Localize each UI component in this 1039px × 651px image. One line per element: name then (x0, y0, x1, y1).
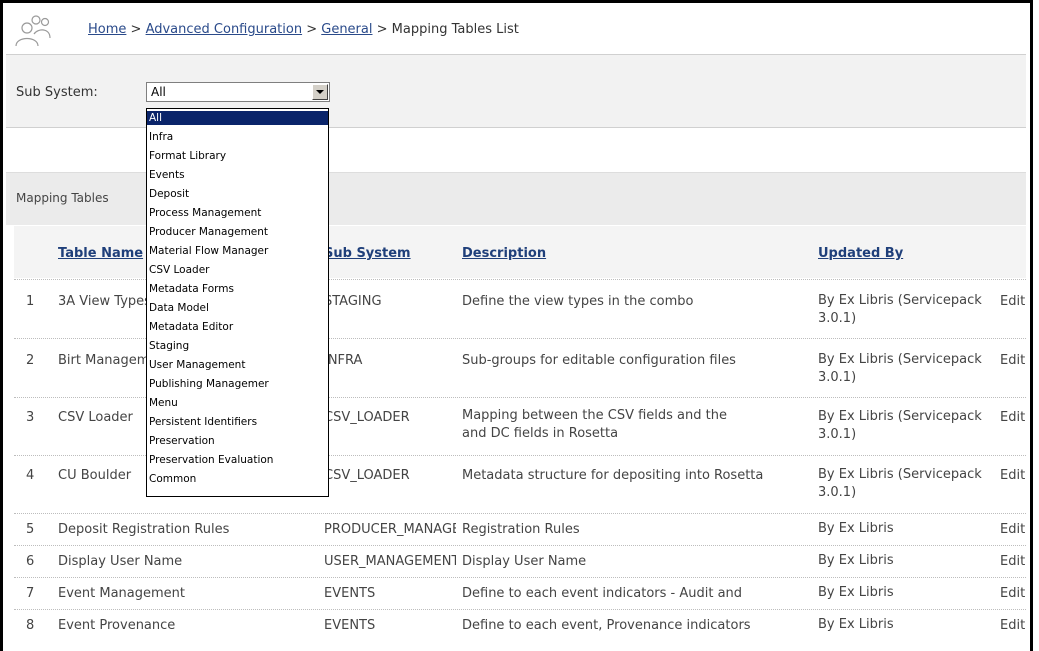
sub-system-cell: EVENTS (324, 618, 376, 633)
table-name-cell: Display User Name (58, 554, 183, 569)
page-header: Home > Advanced Configuration > General … (12, 10, 1012, 50)
updated-by-cell: By Ex Libris (Servicepack 3.0.1) (818, 467, 982, 500)
sub-system-cell: STAGING (324, 294, 382, 309)
description-cell: Define to each event indicators - Audit … (462, 586, 743, 601)
subsystem-option[interactable]: Metadata Forms (147, 282, 328, 296)
subsystem-option[interactable]: Publishing Managemer (147, 377, 328, 391)
breadcrumb-separator: > (302, 22, 322, 37)
sub-system-cell: CSV_LOADER (324, 468, 410, 483)
updated-by-cell: By Ex Libris (818, 585, 894, 600)
breadcrumb-advanced-config-link[interactable]: Advanced Configuration (146, 22, 303, 37)
subsystem-option[interactable]: All (147, 111, 328, 125)
table-row: 7 Event Management EVENTS Define to each… (14, 577, 1026, 610)
row-number: 7 (26, 586, 35, 601)
subsystem-option[interactable]: Menu (147, 396, 328, 410)
sub-system-cell: USER_MANAGEMENT (324, 554, 456, 569)
table-name-cell: Event Provenance (58, 618, 176, 633)
row-number: 4 (26, 468, 35, 483)
description-cell: Registration Rules (462, 522, 580, 537)
subsystem-option[interactable]: Producer Management (147, 225, 328, 239)
subsystem-option[interactable]: User Management (147, 358, 328, 372)
subsystem-option[interactable]: Format Library (147, 149, 328, 163)
row-number: 3 (26, 410, 35, 425)
breadcrumb-general-link[interactable]: General (321, 22, 372, 37)
subsystem-select[interactable]: All (146, 82, 330, 102)
sub-system-cell: EVENTS (324, 586, 376, 601)
row-number: 8 (26, 618, 35, 633)
subsystem-filter-label: Sub System: (16, 85, 98, 100)
updated-by-cell: By Ex Libris (Servicepack 3.0.1) (818, 293, 982, 326)
subsystem-option[interactable]: Persistent Identifiers (147, 415, 328, 429)
subsystem-dropdown-list[interactable]: All Infra Format Library Events Deposit … (146, 108, 329, 497)
edit-link[interactable]: Edit (1000, 554, 1039, 569)
users-group-icon (15, 15, 51, 47)
table-name-cell: Deposit Registration Rules (58, 522, 230, 537)
breadcrumb-current: Mapping Tables List (391, 22, 519, 37)
column-header-sub-system[interactable]: Sub System (324, 246, 411, 261)
table-name-cell: Event Management (58, 586, 186, 601)
column-header-description[interactable]: Description (462, 246, 546, 261)
subsystem-option[interactable]: CSV Loader (147, 263, 328, 277)
column-header-updated-by[interactable]: Updated By (818, 246, 903, 261)
edit-link[interactable]: Edit (1000, 410, 1039, 425)
breadcrumb: Home > Advanced Configuration > General … (88, 22, 519, 37)
sub-system-cell: INFRA (324, 353, 363, 368)
description-cell: Display User Name (462, 554, 587, 569)
sub-system-cell: CSV_LOADER (324, 410, 410, 425)
subsystem-option[interactable]: Staging (147, 339, 328, 353)
column-header-table-name[interactable]: Table Name (58, 246, 143, 261)
updated-by-cell: By Ex Libris (818, 553, 894, 568)
subsystem-option[interactable]: Events (147, 168, 328, 182)
chevron-down-icon[interactable] (312, 84, 328, 100)
row-number: 2 (26, 353, 35, 368)
edit-link[interactable]: Edit (1000, 294, 1039, 309)
subsystem-option[interactable]: Deposit (147, 187, 328, 201)
description-cell-line2: and DC fields in Rosetta (462, 426, 619, 441)
updated-by-cell: By Ex Libris (Servicepack 3.0.1) (818, 409, 982, 442)
subsystem-option[interactable]: Preservation Evaluation (147, 453, 328, 467)
row-number: 1 (26, 294, 35, 309)
sub-system-cell: PRODUCER_MANAGEMENT (324, 522, 456, 537)
subsystem-option[interactable]: Metadata Editor (147, 320, 328, 334)
edit-link[interactable]: Edit (1000, 353, 1039, 368)
edit-link[interactable]: Edit (1000, 586, 1039, 601)
subsystem-option[interactable]: Infra (147, 130, 328, 144)
row-number: 6 (26, 554, 35, 569)
table-row: 6 Display User Name USER_MANAGEMENT Disp… (14, 545, 1026, 578)
breadcrumb-separator: > (126, 22, 146, 37)
breadcrumb-separator: > (372, 22, 392, 37)
description-cell: Define the view types in the combo (462, 294, 694, 309)
updated-by-cell: By Ex Libris (Servicepack 3.0.1) (818, 352, 982, 385)
table-caption: Mapping Tables (16, 191, 109, 205)
edit-link[interactable]: Edit (1000, 468, 1039, 483)
row-number: 5 (26, 522, 35, 537)
subsystem-option[interactable]: Preservation (147, 434, 328, 448)
subsystem-option[interactable]: Process Management (147, 206, 328, 220)
subsystem-select-value: All (151, 85, 166, 99)
subsystem-option[interactable]: Data Model (147, 301, 328, 315)
subsystem-option[interactable]: Material Flow Manager (147, 244, 328, 258)
edit-link[interactable]: Edit (1000, 618, 1039, 633)
table-row: 5 Deposit Registration Rules PRODUCER_MA… (14, 513, 1026, 546)
description-cell: Sub-groups for editable configuration fi… (462, 353, 736, 368)
description-cell: Mapping between the CSV fields and the (462, 408, 727, 423)
breadcrumb-home-link[interactable]: Home (88, 22, 126, 37)
edit-link[interactable]: Edit (1000, 522, 1039, 537)
table-row: 8 Event Provenance EVENTS Define to each… (14, 609, 1026, 642)
updated-by-cell: By Ex Libris (818, 521, 894, 536)
description-cell: Define to each event, Provenance indicat… (462, 618, 751, 633)
subsystem-option[interactable]: Common (147, 472, 328, 486)
updated-by-cell: By Ex Libris (818, 617, 894, 632)
description-cell: Metadata structure for depositing into R… (462, 468, 764, 483)
